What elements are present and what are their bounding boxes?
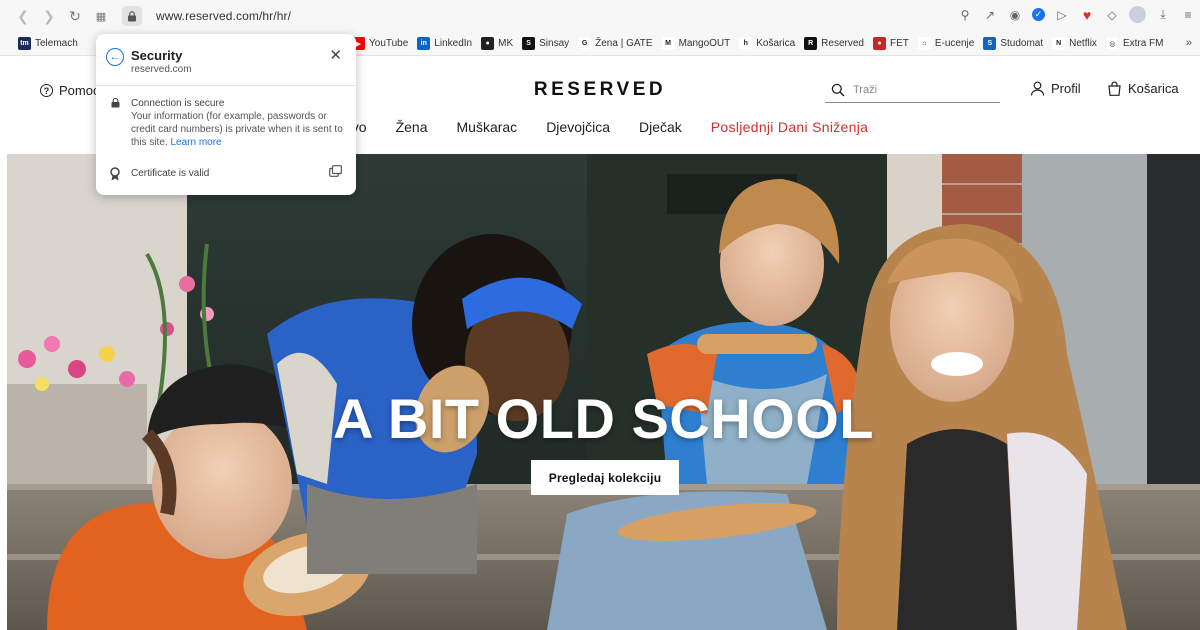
gate-icon: G (578, 37, 592, 50)
back-arrow-icon[interactable]: ← (106, 48, 124, 66)
extensions-icon[interactable]: ◇ (1104, 7, 1120, 23)
bookmark-label: Žena | GATE (595, 38, 653, 49)
profile-link[interactable]: Profil (1030, 81, 1081, 96)
bookmark-label: YouTube (369, 38, 409, 49)
bookmark-label: Extra FM (1122, 38, 1164, 49)
bookmarks-more-icon[interactable]: » (1186, 37, 1192, 49)
bookmark-label: Reserved (821, 38, 864, 49)
share-icon[interactable]: ↗ (982, 7, 998, 23)
nav-item-sale[interactable]: Posljednji Dani Sniženja (711, 119, 868, 135)
bookmark-item[interactable]: h Košarica (739, 37, 795, 50)
certificate-icon (110, 167, 120, 181)
toolbar-actions: ⚲ ↗ ◉ ✓ ▷ ♥ ◇ ⤓ ≡ (957, 6, 1196, 23)
profile-avatar[interactable] (1129, 6, 1146, 23)
connection-info-text: Your information (for example, passwords… (131, 111, 343, 148)
bookmark-label: Studomat (1000, 38, 1044, 49)
open-external-icon[interactable] (329, 165, 342, 177)
shopping-bag-icon (1108, 81, 1121, 96)
bookmark-item[interactable]: ● MK (481, 37, 513, 50)
learn-more-link[interactable]: Learn more (170, 137, 221, 148)
cart-link[interactable]: Košarica (1107, 81, 1179, 96)
bookmark-item[interactable]: M MangoOUT (661, 37, 731, 50)
hero-headline: A BIT OLD SCHOOL (332, 387, 874, 450)
cart-label: Košarica (1128, 81, 1179, 96)
screenshot-icon[interactable]: ◉ (1007, 7, 1023, 23)
certificate-status[interactable]: Certificate is valid (131, 168, 209, 179)
bookmark-item[interactable]: in LinkedIn (417, 37, 472, 50)
mango-icon: M (661, 37, 675, 50)
hero-banner[interactable]: A BIT OLD SCHOOL Pregledaj kolekciju (7, 154, 1200, 630)
security-popup: ← Security reserved.com ✕ Connection is … (96, 34, 356, 195)
close-icon[interactable]: ✕ (329, 46, 342, 64)
bookmark-item[interactable]: R Reserved (804, 37, 864, 50)
forward-icon[interactable]: ❯ (38, 5, 60, 27)
popup-title: Security (131, 48, 183, 63)
send-icon[interactable]: ▷ (1054, 7, 1070, 23)
nav-item-djevojcica[interactable]: Djevojčica (546, 119, 610, 135)
mk-icon: ● (481, 37, 495, 50)
connection-status: Connection is secure (131, 98, 225, 109)
heart-extension-icon[interactable]: ♥ (1079, 7, 1095, 23)
profile-label: Profil (1051, 81, 1081, 96)
popup-divider (96, 85, 356, 86)
bookmark-label: FET (889, 38, 909, 49)
nav-item-muskarac[interactable]: Muškarac (457, 119, 518, 135)
bookmark-label: MangoOUT (678, 38, 731, 49)
telemach-icon: tm (18, 37, 31, 50)
bookmark-label: E-ucenje (934, 38, 975, 49)
back-icon[interactable]: ❮ (12, 5, 34, 27)
zoom-icon[interactable]: ⚲ (957, 7, 973, 23)
linkedin-icon: in (417, 37, 431, 50)
bookmark-label: Sinsay (539, 38, 570, 49)
reserved-icon: R (804, 37, 818, 50)
bookmark-item[interactable]: N Netflix (1052, 37, 1097, 50)
studomat-icon: S (983, 37, 997, 50)
nav-item-zena[interactable]: Žena (396, 119, 428, 135)
browser-toolbar: ❮ ❯ ↻ ▦ www.reserved.com/hr/hr/ ⚲ ↗ ◉ ✓ … (0, 0, 1200, 32)
netflix-icon: N (1052, 37, 1066, 50)
bookmark-label: Telemach (35, 38, 78, 49)
download-icon[interactable]: ⤓ (1155, 7, 1171, 23)
bookmark-item[interactable]: ● FET (872, 37, 909, 50)
extra-fm-icon: ◎ (1105, 37, 1119, 50)
bookmark-label: Netflix (1069, 38, 1097, 49)
bookmark-item[interactable]: ▶ YouTube (352, 37, 408, 50)
site-info-button[interactable] (122, 6, 142, 26)
bookmark-item[interactable]: S Studomat (983, 37, 1043, 50)
reload-icon[interactable]: ↻ (64, 5, 86, 27)
search-box[interactable] (825, 77, 1000, 103)
bookmark-item[interactable]: tm Telemach (18, 37, 78, 50)
apps-grid-icon[interactable]: ▦ (90, 5, 112, 27)
lock-icon (111, 98, 120, 108)
search-input[interactable] (853, 83, 993, 96)
search-icon (831, 83, 845, 96)
bookmark-item[interactable]: ◎ Extra FM (1105, 37, 1164, 50)
bookmark-item[interactable]: G Žena | GATE (578, 37, 653, 50)
address-bar[interactable]: www.reserved.com/hr/hr/ (156, 9, 291, 23)
popup-domain: reserved.com (131, 64, 192, 75)
bookmark-label: LinkedIn (434, 38, 473, 49)
fet-icon: ● (872, 37, 886, 50)
user-icon (1030, 81, 1045, 96)
connection-info: Your information (for example, passwords… (131, 110, 346, 149)
e-ucenje-icon: ⌂ (917, 37, 931, 50)
lock-icon (128, 10, 136, 21)
extension-shield-icon[interactable]: ✓ (1032, 8, 1045, 21)
sinsay-icon: S (522, 37, 536, 50)
bookmark-item[interactable]: S Sinsay (522, 37, 569, 50)
bookmark-label: MK (498, 38, 514, 49)
kosarica-bookmark-icon: h (739, 37, 753, 50)
bookmark-label: Košarica (756, 38, 796, 49)
main-navigation: ovo Žena Muškarac Djevojčica Dječak Posl… (344, 119, 897, 135)
nav-item-djecak[interactable]: Dječak (639, 119, 682, 135)
view-collection-button[interactable]: Pregledaj kolekciju (531, 460, 679, 495)
menu-icon[interactable]: ≡ (1180, 7, 1196, 23)
bookmark-item[interactable]: ⌂ E-ucenje (917, 37, 975, 50)
